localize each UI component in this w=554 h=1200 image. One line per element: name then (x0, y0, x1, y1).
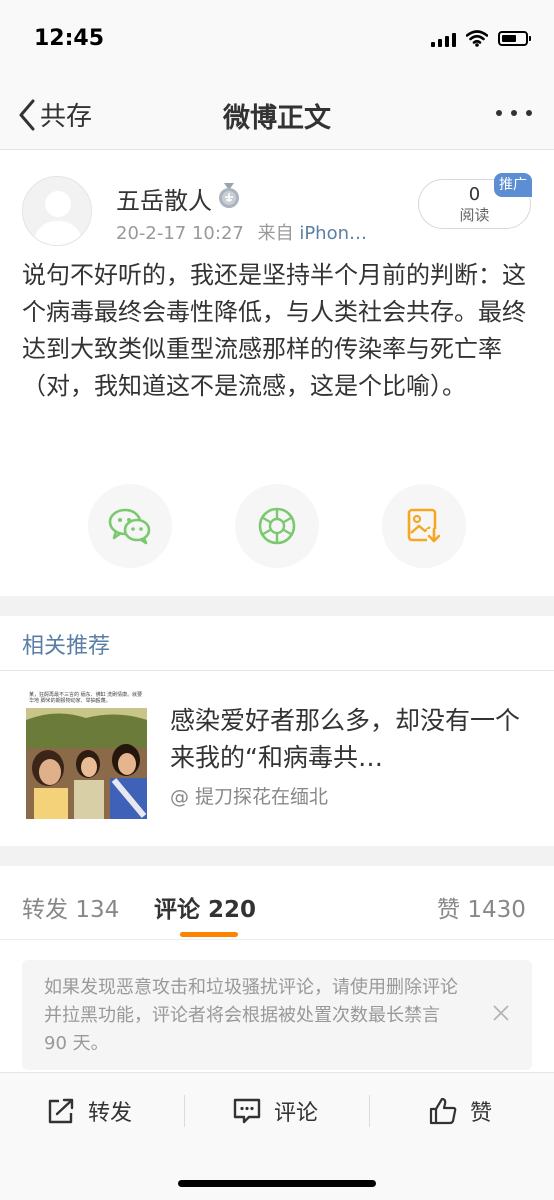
post-text: 说句不好听的，我还是坚持半个月前的判断：这个病毒最终会毒性降低，与人类社会共存。… (22, 261, 526, 400)
related-headline[interactable]: 感染爱好者那么多，却没有一个来我的“和病毒共… (170, 702, 520, 776)
thumbs-up-icon (429, 1097, 457, 1125)
divider (184, 1095, 185, 1127)
home-indicator (178, 1180, 376, 1187)
default-avatar-icon (23, 177, 91, 245)
share-moments-button[interactable] (235, 484, 319, 568)
save-image-button[interactable] (382, 484, 466, 568)
comment-notice: 如果发现恶意攻击和垃圾骚扰评论，请使用删除评论并拉黑功能，评论者将会根据被处置次… (22, 960, 532, 1070)
tab-indicator (180, 932, 238, 937)
post-source[interactable]: iPhon… (299, 223, 367, 244)
related-title: 相关推荐 (22, 634, 111, 659)
tab-label: 评论 (154, 897, 200, 923)
wifi-icon (466, 30, 488, 47)
post-card: 五岳散人 20-2-17 10:27 来自 iPhon… 0 阅读 推广 说句不… (0, 151, 554, 596)
medal-badge-icon (219, 183, 239, 208)
post-meta: 20-2-17 10:27 来自 iPhon… (116, 219, 367, 245)
divider (0, 670, 554, 671)
signal-icon (431, 31, 456, 47)
related-thumbnail[interactable]: 某，狂酹再最不三言的 缅东、佛缸 洗刷情康。就要华地 脚米的期报物动家、举抽殴蔑… (26, 690, 147, 819)
tab-count: 134 (75, 897, 120, 923)
repost-icon (48, 1098, 74, 1124)
tab-comments[interactable]: 评论 220 (154, 890, 256, 924)
like-button[interactable]: 赞 (428, 1095, 492, 1127)
post-timestamp: 20-2-17 10:27 (116, 223, 244, 244)
tab-reposts[interactable]: 转发 134 (22, 890, 119, 924)
wechat-icon (108, 508, 151, 545)
group-photo-image (26, 690, 147, 819)
repost-button[interactable]: 转发 (46, 1095, 132, 1127)
tab-label: 赞 (437, 897, 460, 923)
source-prefix: 来自 (257, 223, 294, 244)
read-label: 阅读 (459, 206, 490, 224)
page-title: 微博正文 (223, 103, 331, 134)
like-label: 赞 (470, 1101, 493, 1126)
tab-count: 1430 (467, 897, 526, 923)
related-section: 相关推荐 某，狂酹再最不三言的 缅东、佛缸 洗刷情康。就要华地 脚米的期报物动家… (0, 616, 554, 846)
comment-icon (233, 1098, 261, 1124)
save-image-icon (407, 508, 441, 545)
author-name[interactable]: 五岳散人 (116, 181, 212, 216)
notice-text: 如果发现恶意攻击和垃圾骚扰评论，请使用删除评论并拉黑功能，评论者将会根据被处置次… (44, 977, 458, 1054)
battery-icon (498, 31, 531, 46)
more-options-button[interactable] (496, 110, 532, 116)
interaction-tabs: 转发 134 评论 220 赞 1430 (0, 866, 554, 940)
promo-badge: 推广 (494, 173, 532, 197)
avatar[interactable] (22, 176, 92, 246)
moments-icon (258, 507, 296, 545)
tab-label: 转发 (22, 897, 68, 923)
comment-label: 评论 (274, 1101, 319, 1126)
section-gap (0, 846, 554, 866)
share-wechat-button[interactable] (88, 484, 172, 568)
comment-button[interactable]: 评论 (232, 1095, 318, 1127)
status-bar: 12:45 (0, 0, 554, 80)
thumbnail-caption: 某，狂酹再最不三言的 缅东、佛缸 洗刷情康。就要华地 脚米的期报物动家、举抽殴蔑… (29, 692, 143, 704)
share-row (0, 484, 554, 568)
repost-label: 转发 (88, 1101, 133, 1126)
tab-likes[interactable]: 赞 1430 (437, 890, 526, 924)
status-icons (431, 30, 531, 47)
nav-bar: 共存 微博正文 (0, 80, 554, 150)
related-source[interactable]: @ 提刀探花在缅北 (170, 782, 328, 809)
divider (369, 1095, 370, 1127)
section-gap (0, 596, 554, 616)
tab-count: 220 (208, 897, 257, 923)
close-icon[interactable] (492, 1004, 510, 1022)
status-time: 12:45 (34, 26, 105, 51)
